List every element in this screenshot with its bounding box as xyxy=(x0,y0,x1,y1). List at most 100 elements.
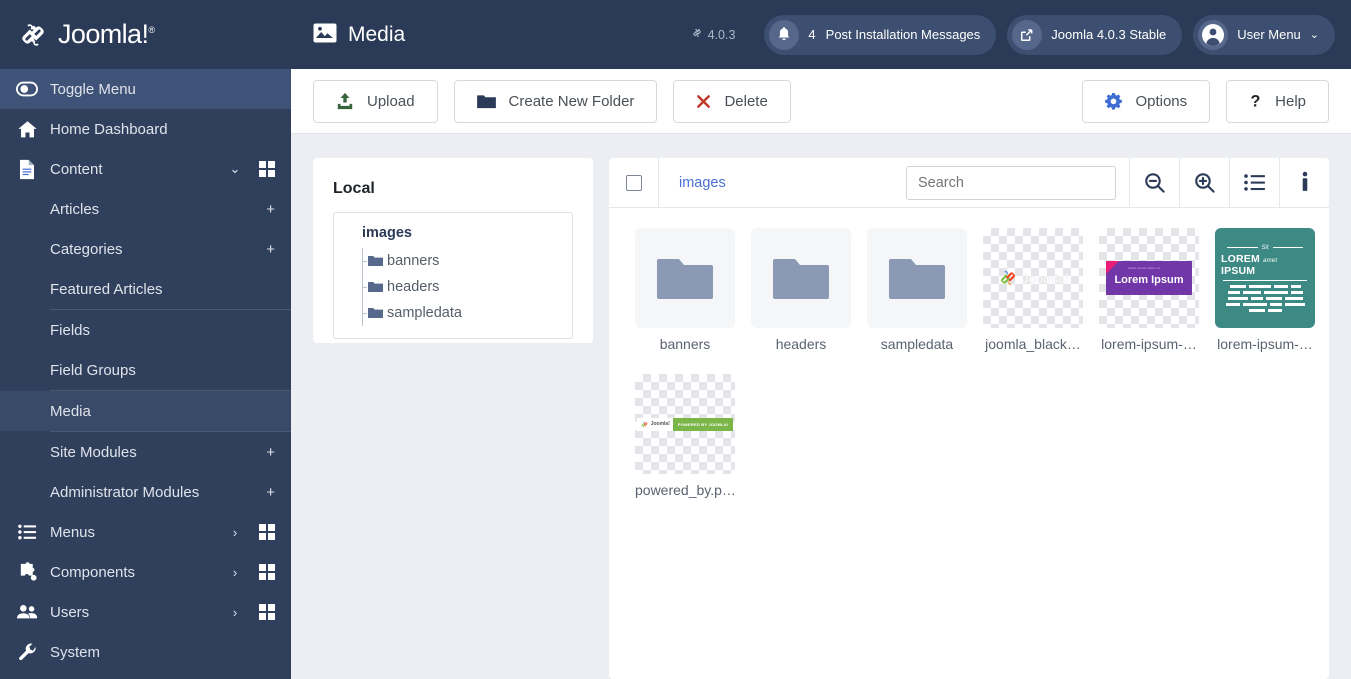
user-menu-button[interactable]: User Menu ⌄ xyxy=(1193,14,1335,55)
folder-icon xyxy=(476,94,496,109)
upload-button[interactable]: Upload xyxy=(313,79,438,123)
zoom-in-icon[interactable] xyxy=(1179,158,1229,207)
options-button[interactable]: Options xyxy=(1082,79,1211,123)
create-new-folder-button[interactable]: Create New Folder xyxy=(453,79,658,123)
messages-label: Post Installation Messages xyxy=(825,27,981,42)
chevron-right-icon[interactable]: › xyxy=(227,605,243,620)
sidebar-item-users[interactable]: Users › xyxy=(0,592,291,632)
tree-item-headers[interactable]: headers xyxy=(348,274,558,300)
tree-item-sampledata[interactable]: sampledata xyxy=(348,300,558,326)
info-icon[interactable] xyxy=(1279,158,1329,207)
brand-name: Joomla!® xyxy=(58,19,155,49)
grid-icon[interactable] xyxy=(259,564,275,580)
grid-icon[interactable] xyxy=(259,161,275,177)
chevron-down-icon[interactable]: ⌄ xyxy=(1310,28,1319,41)
chevron-down-icon[interactable]: ⌄ xyxy=(227,161,243,177)
sidebar-item-site-modules[interactable]: Site Modules + xyxy=(0,432,291,472)
list-view-icon[interactable] xyxy=(1229,158,1279,207)
media-thumbnail: Joomla! xyxy=(983,228,1083,328)
grid-icon[interactable] xyxy=(259,524,275,540)
media-thumbnail: Joomla! POWERED BY JOOMLA! xyxy=(635,374,735,474)
chevron-right-icon[interactable]: › xyxy=(227,525,243,540)
sidebar-item-components[interactable]: Components › xyxy=(0,552,291,592)
sidebar-item-menus[interactable]: Menus › xyxy=(0,512,291,552)
zoom-out-icon[interactable] xyxy=(1129,158,1179,207)
sidebar-item-featured-articles[interactable]: Featured Articles xyxy=(0,269,291,309)
sidebar-item-label: Toggle Menu xyxy=(50,80,136,98)
sidebar-item-administrator-modules[interactable]: Administrator Modules + xyxy=(0,472,291,512)
teal-heading: LOREM amet IPSUM xyxy=(1221,252,1278,277)
folder-icon xyxy=(657,255,713,301)
sidebar-item-label: Site Modules xyxy=(50,443,137,461)
brand-logo-area[interactable]: Joomla!® xyxy=(0,0,291,69)
stable-label: Joomla 4.0.3 Stable xyxy=(1051,27,1167,42)
help-button[interactable]: ? Help xyxy=(1226,79,1329,123)
corner-triangle xyxy=(1106,261,1119,274)
text-placeholder-lines xyxy=(1225,284,1305,312)
help-label: Help xyxy=(1275,92,1306,110)
folder-icon xyxy=(368,307,383,319)
teal-lorem-artwork: Sit LOREM amet IPSUM xyxy=(1215,228,1315,328)
add-article-icon[interactable]: + xyxy=(266,201,275,218)
media-item-image[interactable]: Joomla! joomla_black… xyxy=(975,228,1091,352)
media-item-image[interactable]: Sit LOREM amet IPSUM lorem-ipsum-… xyxy=(1207,228,1323,352)
media-item-label: headers xyxy=(775,336,827,352)
teal-sit-label: Sit xyxy=(1223,245,1307,251)
lorem-banner-artwork: lorem ipsum dolor sit Lorem Ipsum xyxy=(1106,261,1192,295)
sidebar-item-media[interactable]: Media xyxy=(0,391,291,431)
grid-icon[interactable] xyxy=(259,604,275,620)
sidebar-item-label: Categories xyxy=(50,240,123,258)
upload-icon xyxy=(336,92,354,110)
lorem-banner-subtitle: lorem ipsum dolor sit xyxy=(1128,266,1160,270)
page-title: Media xyxy=(313,23,405,47)
sidebar-item-label: Articles xyxy=(50,200,100,218)
sidebar-item-label: Media xyxy=(50,402,91,420)
add-site-module-icon[interactable]: + xyxy=(266,444,275,461)
folder-icon xyxy=(368,281,383,293)
tree-root-images[interactable]: images xyxy=(348,225,558,241)
media-item-label: powered_by.p… xyxy=(635,482,735,498)
media-item-folder[interactable]: banners xyxy=(627,228,743,352)
sidebar-item-label: Field Groups xyxy=(50,361,136,379)
sidebar-item-categories[interactable]: Categories + xyxy=(0,229,291,269)
toggle-menu-icon xyxy=(16,78,38,100)
sidebar-item-fields[interactable]: Fields xyxy=(0,310,291,350)
sidebar-item-field-groups[interactable]: Field Groups xyxy=(0,350,291,390)
home-icon xyxy=(16,118,38,140)
page-title-text: Media xyxy=(348,22,406,46)
version-badge: 4.0.3 xyxy=(691,27,735,42)
sidebar-item-label: Users xyxy=(50,603,90,621)
media-item-image[interactable]: lorem ipsum dolor sit Lorem Ipsum lorem-… xyxy=(1091,228,1207,352)
sidebar-item-content[interactable]: Content ⌄ xyxy=(0,149,291,189)
delete-button[interactable]: Delete xyxy=(673,79,791,123)
add-category-icon[interactable]: + xyxy=(266,241,275,258)
gear-icon xyxy=(1105,92,1123,110)
chevron-right-icon[interactable]: › xyxy=(227,565,243,580)
select-all-checkbox[interactable] xyxy=(625,174,642,191)
media-item-folder[interactable]: sampledata xyxy=(859,228,975,352)
add-admin-module-icon[interactable]: + xyxy=(266,484,275,501)
sidebar-item-label: Administrator Modules xyxy=(50,483,200,501)
tree-item-banners[interactable]: banners xyxy=(348,248,558,274)
select-all-cell xyxy=(609,158,659,207)
search-input[interactable] xyxy=(906,165,1116,200)
sidebar-item-toggle-menu[interactable]: Toggle Menu xyxy=(0,69,291,109)
joomla-logo-icon xyxy=(16,18,50,52)
sidebar-item-articles[interactable]: Articles + xyxy=(0,189,291,229)
media-item-label: lorem-ipsum-… xyxy=(1101,336,1197,352)
tree-title: Local xyxy=(333,180,375,197)
breadcrumb[interactable]: images xyxy=(659,175,906,191)
media-thumbnail xyxy=(635,228,735,328)
media-item-folder[interactable]: headers xyxy=(743,228,859,352)
media-item-image[interactable]: Joomla! POWERED BY JOOMLA! powered_by.p… xyxy=(627,374,743,498)
sidebar-item-home-dashboard[interactable]: Home Dashboard xyxy=(0,109,291,149)
sidebar-item-label: Menus xyxy=(50,523,96,541)
joomla-stable-button[interactable]: Joomla 4.0.3 Stable xyxy=(1007,14,1183,55)
users-icon xyxy=(16,601,38,623)
post-installation-messages-button[interactable]: 4 Post Installation Messages xyxy=(764,14,997,55)
media-grid: banners headers sampledata Joomla! jooml… xyxy=(609,208,1329,679)
user-menu-label: User Menu xyxy=(1237,27,1301,42)
messages-count: 4 xyxy=(808,27,816,42)
sidebar-item-system[interactable]: System xyxy=(0,632,291,672)
sidebar-item-label: Featured Articles xyxy=(50,280,163,298)
